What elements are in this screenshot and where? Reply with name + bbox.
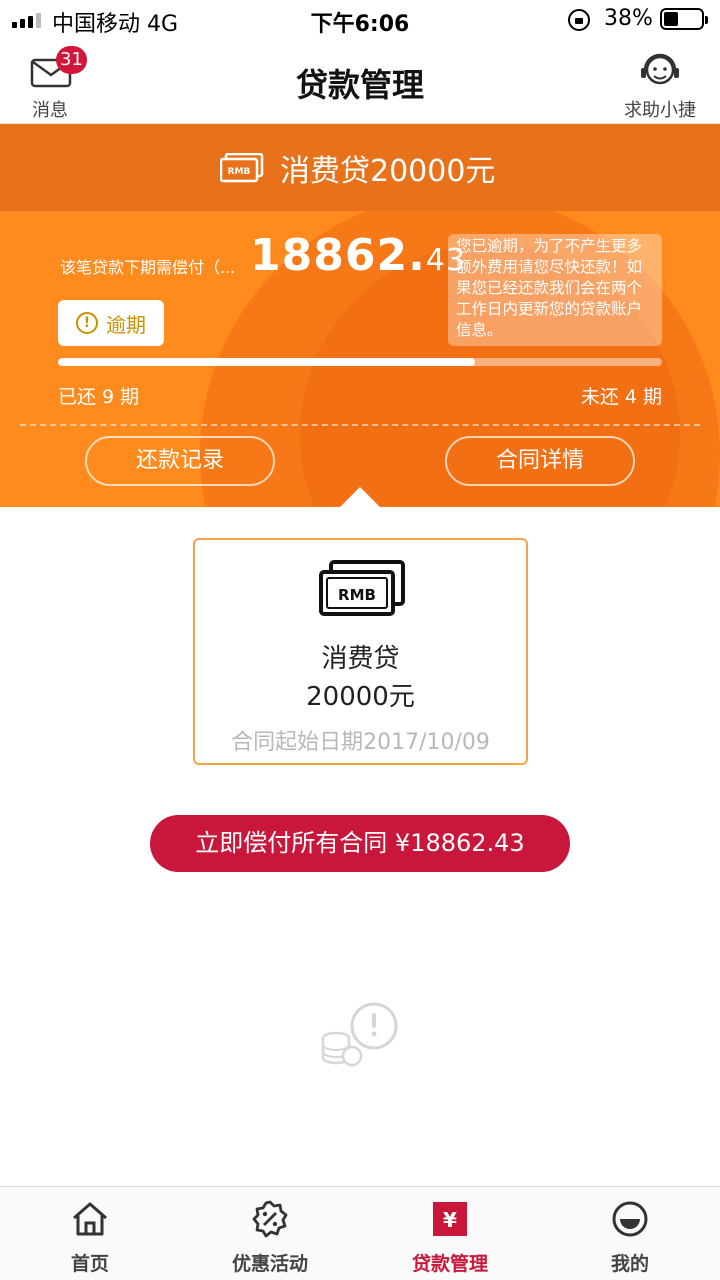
overdue-status-label: 逾期 xyxy=(106,312,146,337)
contract-card[interactable]: RMB 消费贷 20000元 合同起始日期2017/10/09 xyxy=(193,538,528,765)
nav-bar: 31 消息 贷款管理 求助小捷 xyxy=(0,40,720,124)
status-bar: 中国移动 4G 下午6:06 38% xyxy=(0,0,720,40)
contract-name: 消费贷 xyxy=(321,644,400,674)
tab-profile[interactable]: 我的 xyxy=(540,1187,720,1280)
due-amount-integer: 18862. xyxy=(250,230,426,281)
tab-bar: 首页 优惠活动 ¥ 贷款管理 我的 xyxy=(0,1186,720,1280)
overdue-notice: 您已逾期，为了不产生更多额外费用请您尽快还款！如果您已经还款我们会在两个工作日内… xyxy=(448,234,662,346)
unpaid-periods-label: 未还 4 期 xyxy=(580,386,662,408)
coins-warning-icon xyxy=(321,1002,398,1067)
svg-text:¥: ¥ xyxy=(443,1208,457,1232)
pay-all-contracts-button[interactable]: 立即偿付所有合同 ¥18862.43 xyxy=(150,815,570,872)
loan-header-title: 消费贷20000元 xyxy=(280,154,496,189)
contract-detail-button[interactable]: 合同详情 xyxy=(445,436,635,486)
repay-record-button[interactable]: 还款记录 xyxy=(85,436,275,486)
progress-fill xyxy=(58,358,475,366)
overdue-status-tag: ! 逾期 xyxy=(58,300,164,346)
repayment-progress-bar xyxy=(58,358,662,366)
battery-percent: 38% xyxy=(604,6,653,31)
rmb-banknote-icon: RMB xyxy=(220,153,264,183)
tab-loan-management-label: 贷款管理 xyxy=(411,1253,488,1275)
due-label: 该笔贷款下期需偿付（... xyxy=(60,258,236,277)
rotation-lock-icon xyxy=(568,9,590,31)
help-button[interactable]: 求助小捷 xyxy=(616,46,696,121)
tab-discounts[interactable]: 优惠活动 xyxy=(180,1187,360,1280)
rmb-banknote-icon: RMB xyxy=(319,560,405,616)
contract-start-date: 合同起始日期2017/10/09 xyxy=(231,730,490,755)
tab-home[interactable]: 首页 xyxy=(0,1187,180,1280)
tab-profile-label: 我的 xyxy=(610,1253,649,1275)
svg-text:RMB: RMB xyxy=(228,167,251,177)
tab-home-label: 首页 xyxy=(70,1253,109,1275)
due-amount: 18862.43 xyxy=(250,230,466,281)
paid-periods-label: 已还 9 期 xyxy=(58,386,140,408)
selection-pointer xyxy=(340,487,380,507)
yuan-icon: ¥ xyxy=(433,1202,467,1236)
contract-amount: 20000元 xyxy=(306,682,415,712)
svg-text:RMB: RMB xyxy=(338,586,376,604)
help-label: 求助小捷 xyxy=(624,100,696,121)
page-title: 贷款管理 xyxy=(295,66,424,104)
loan-header: RMB 消费贷20000元 xyxy=(0,124,720,211)
home-icon xyxy=(73,1202,107,1236)
tab-discounts-label: 优惠活动 xyxy=(231,1253,308,1275)
profile-icon xyxy=(612,1201,648,1237)
discount-icon xyxy=(252,1200,288,1238)
divider xyxy=(20,424,700,426)
warning-icon: ! xyxy=(76,312,98,334)
loan-summary-card: RMB 消费贷20000元 该笔贷款下期需偿付（... 18862.43 您已逾… xyxy=(0,124,720,507)
tab-loan-management[interactable]: ¥ 贷款管理 xyxy=(360,1187,540,1280)
customer-service-icon xyxy=(641,53,679,85)
battery-icon xyxy=(660,8,708,30)
